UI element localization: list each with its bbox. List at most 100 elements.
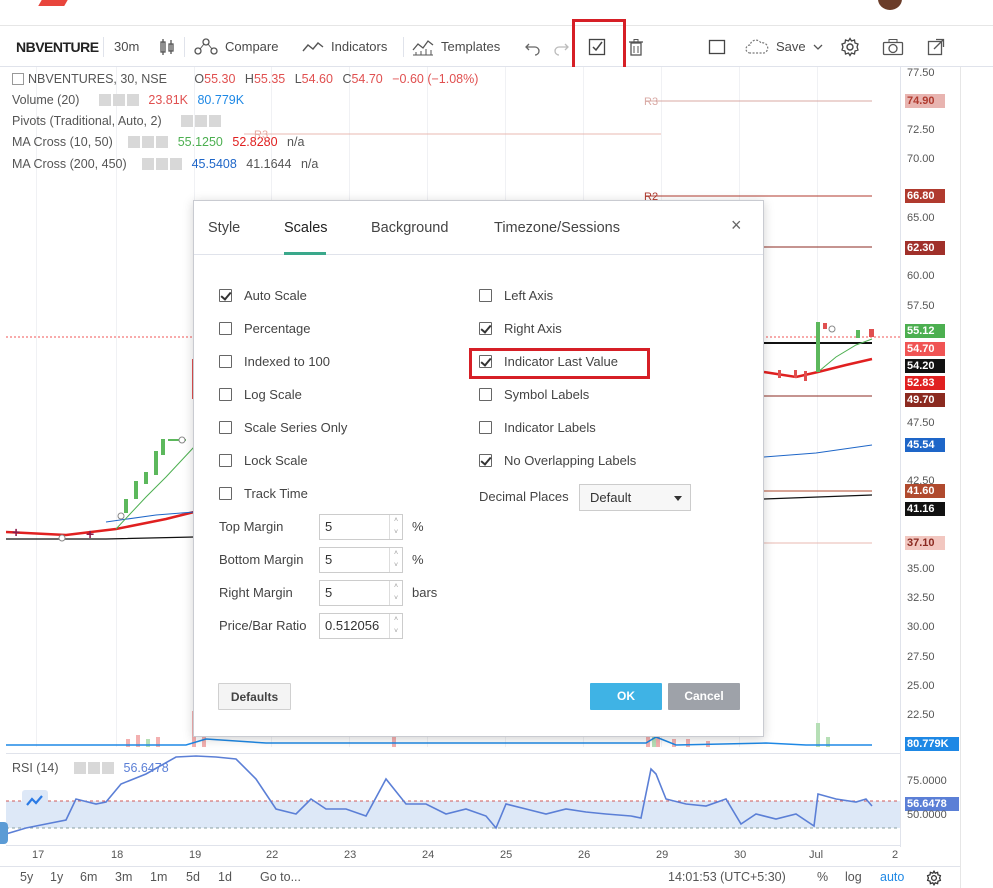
range-5d[interactable]: 5d — [186, 870, 200, 884]
option-scale-series-only[interactable]: Scale Series Only — [219, 419, 347, 437]
range-5y[interactable]: 5y — [20, 870, 33, 884]
eye-icon[interactable] — [181, 115, 194, 127]
option-indexed-to-100[interactable]: Indexed to 100 — [219, 353, 330, 371]
cloud-icon[interactable] — [744, 38, 770, 56]
eye-icon[interactable] — [142, 158, 155, 170]
range-3m[interactable]: 3m — [115, 870, 132, 884]
settings-icon[interactable] — [142, 136, 155, 148]
time-axis[interactable]: 17 18 19 22 23 24 25 26 29 30 Jul 2 — [6, 845, 900, 865]
tab-scales[interactable]: Scales — [284, 220, 328, 236]
checkbox[interactable] — [479, 388, 492, 401]
close-icon[interactable]: × — [731, 215, 742, 236]
legend-pivots[interactable]: Pivots (Traditional, Auto, 2) — [12, 111, 222, 131]
option-percentage[interactable]: Percentage — [219, 320, 311, 338]
eye-icon[interactable] — [128, 136, 141, 148]
checkbox[interactable] — [219, 487, 232, 500]
checkbox[interactable] — [479, 421, 492, 434]
legend-volume[interactable]: Volume (20) 23.81K 80.779K — [12, 90, 244, 110]
tab-timezone-sessions[interactable]: Timezone/Sessions — [494, 220, 620, 236]
go-to-button[interactable]: Go to... — [260, 870, 301, 884]
checkbox[interactable] — [479, 454, 492, 467]
price-bar-ratio-input[interactable]: 0.512056 ˄ ˅ — [319, 613, 403, 639]
tv-watermark-icon[interactable] — [22, 790, 48, 812]
bottom-margin-input[interactable]: 5 ˄ ˅ — [319, 547, 403, 573]
checkbox[interactable] — [219, 454, 232, 467]
fullscreen-box-icon[interactable] — [708, 38, 726, 56]
close-icon[interactable] — [102, 762, 115, 774]
chevron-down-icon[interactable] — [812, 38, 824, 56]
compare-icon[interactable] — [194, 38, 218, 56]
symbol-search[interactable]: NBVENTURE — [16, 27, 99, 67]
compare-button[interactable]: Compare — [225, 27, 278, 67]
close-icon[interactable] — [156, 136, 169, 148]
range-1y[interactable]: 1y — [50, 870, 63, 884]
option-log-scale[interactable]: Log Scale — [219, 386, 302, 404]
left-panel-toggle[interactable] — [0, 822, 8, 844]
collapse-icon[interactable] — [12, 73, 24, 85]
range-1d[interactable]: 1d — [218, 870, 232, 884]
user-avatar[interactable] — [878, 0, 902, 10]
settings-icon[interactable] — [112, 94, 125, 106]
close-icon[interactable] — [209, 115, 222, 127]
option-indicator-labels[interactable]: Indicator Labels — [479, 419, 596, 437]
stepper-icon[interactable]: ˄ ˅ — [389, 515, 402, 539]
stepper-icon[interactable]: ˄ ˅ — [389, 548, 402, 572]
log-toggle[interactable]: log — [845, 870, 862, 884]
option-left-axis[interactable]: Left Axis — [479, 287, 553, 305]
close-icon[interactable] — [126, 94, 139, 106]
settings-icon[interactable] — [88, 762, 101, 774]
indicators-icon[interactable] — [302, 38, 324, 56]
cancel-button[interactable]: Cancel — [668, 683, 740, 710]
checkbox[interactable] — [219, 388, 232, 401]
rsi-pane[interactable]: RSI (14) 56.6478 — [6, 753, 900, 845]
settings-icon[interactable] — [195, 115, 208, 127]
stepper-icon[interactable]: ˄ ˅ — [389, 614, 402, 638]
range-6m[interactable]: 6m — [80, 870, 97, 884]
tab-background[interactable]: Background — [371, 220, 448, 236]
checkbox[interactable] — [219, 421, 232, 434]
option-auto-scale[interactable]: Auto Scale — [219, 287, 307, 305]
right-sidebar[interactable] — [960, 67, 993, 888]
clock-timezone[interactable]: 14:01:53 (UTC+5:30) — [668, 870, 786, 884]
redo-icon[interactable] — [552, 38, 570, 56]
save-button[interactable]: Save — [776, 27, 806, 67]
range-1m[interactable]: 1m — [150, 870, 167, 884]
checkbox[interactable] — [479, 322, 492, 335]
undo-icon[interactable] — [524, 38, 542, 56]
top-margin-input[interactable]: 5 ˄ ˅ — [319, 514, 403, 540]
price-axis[interactable]: 77.50 72.50 70.00 65.00 60.00 57.50 47.5… — [900, 67, 960, 847]
defaults-button[interactable]: Defaults — [218, 683, 291, 710]
auto-toggle[interactable]: auto — [880, 870, 904, 884]
option-right-axis[interactable]: Right Axis — [479, 320, 562, 338]
tab-style[interactable]: Style — [208, 220, 240, 236]
camera-icon[interactable] — [882, 38, 904, 56]
gear-icon[interactable] — [840, 37, 860, 57]
right-margin-input[interactable]: 5 ˄ ˅ — [319, 580, 403, 606]
candles-icon[interactable] — [158, 38, 176, 56]
checkbox[interactable] — [479, 289, 492, 302]
templates-button[interactable]: Templates — [441, 27, 500, 67]
indicators-button[interactable]: Indicators — [331, 27, 387, 67]
option-symbol-labels[interactable]: Symbol Labels — [479, 386, 589, 404]
legend-main[interactable]: NBVENTURES, 30, NSE O55.30 H55.35 L54.60… — [12, 69, 478, 89]
close-icon[interactable] — [170, 158, 183, 170]
percent-toggle[interactable]: % — [817, 870, 828, 884]
templates-icon[interactable] — [412, 38, 434, 56]
stepper-icon[interactable]: ˄ ˅ — [389, 581, 402, 605]
ok-button[interactable]: OK — [590, 683, 662, 710]
trash-icon[interactable] — [627, 38, 645, 56]
eye-icon[interactable] — [74, 762, 87, 774]
popout-icon[interactable] — [927, 38, 945, 56]
gear-icon[interactable] — [926, 870, 942, 886]
interval-selector[interactable]: 30m — [114, 27, 139, 67]
checkbox[interactable] — [219, 322, 232, 335]
rsi-legend[interactable]: RSI (14) 56.6478 — [12, 758, 169, 778]
checkbox[interactable] — [219, 355, 232, 368]
legend-ma-cross-2[interactable]: MA Cross (200, 450) 45.5408 41.1644 n/a — [12, 154, 318, 174]
eye-icon[interactable] — [98, 94, 111, 106]
checkbox[interactable] — [219, 289, 232, 302]
settings-icon[interactable] — [156, 158, 169, 170]
decimal-places-select[interactable]: Default — [579, 484, 691, 511]
option-no-overlapping-labels[interactable]: No Overlapping Labels — [479, 452, 636, 470]
option-lock-scale[interactable]: Lock Scale — [219, 452, 308, 470]
